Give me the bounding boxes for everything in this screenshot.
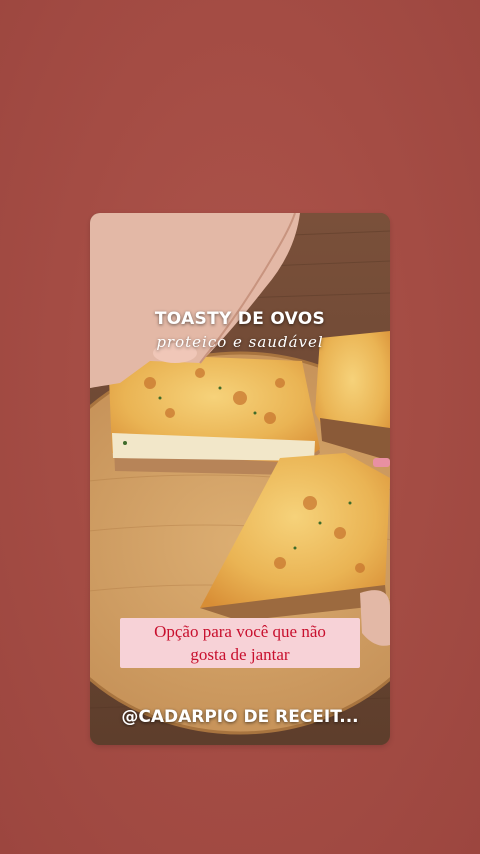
shared-post-card[interactable]: TOASTY DE OVOS proteico e saudável Opção… [90, 213, 390, 745]
post-subtitle: proteico e saudável [156, 333, 324, 351]
caption-box: Opção para você que não gosta de jantar [120, 618, 360, 668]
caption-line-1: Opção para você que não [154, 622, 326, 641]
caption-text: Opção para você que não gosta de jantar [122, 620, 358, 666]
caption-line-2: gosta de jantar [190, 645, 290, 664]
account-mention[interactable]: @CADARPIO DE RECEIT... [90, 707, 390, 727]
post-title: TOASTY DE OVOS [154, 309, 326, 329]
